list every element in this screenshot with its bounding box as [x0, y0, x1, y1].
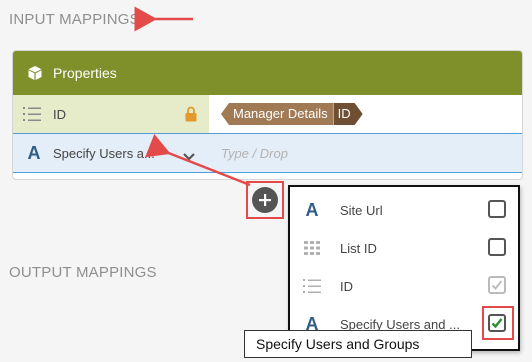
- annotation-arrows: [134, 6, 251, 187]
- arrow-to-users-field: [145, 133, 251, 187]
